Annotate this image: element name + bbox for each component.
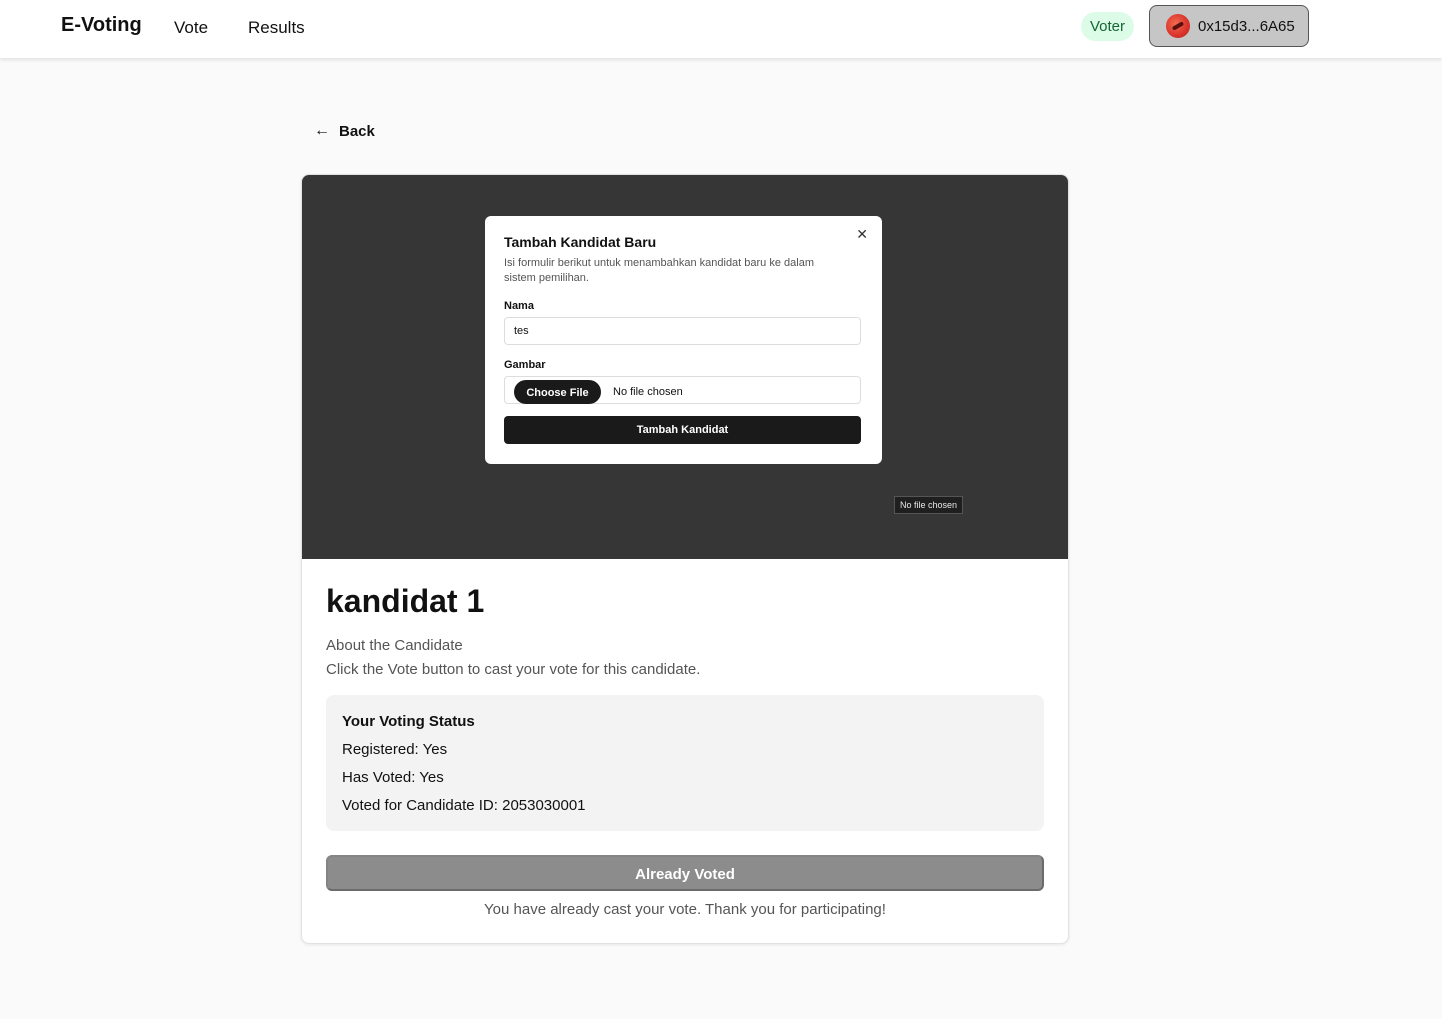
wallet-account-button[interactable]: 0x15d3...6A65 [1149, 5, 1309, 47]
vote-confirmation-note: You have already cast your vote. Thank y… [484, 901, 886, 918]
arrow-left-icon: ← [314, 122, 330, 139]
candidate-image: ✕ Tambah Kandidat Baru Isi formulir beri… [302, 175, 1068, 559]
voted-candidate-status: Voted for Candidate ID: 2053030001 [342, 797, 586, 814]
choose-file-button: Choose File [514, 380, 601, 404]
candidate-card: ✕ Tambah Kandidat Baru Isi formulir beri… [301, 174, 1069, 944]
name-field-label: Nama [504, 300, 534, 312]
brand-logo[interactable]: E-Voting [61, 14, 142, 37]
nav-link-vote[interactable]: Vote [174, 18, 208, 38]
file-status: No file chosen [613, 386, 683, 398]
back-label: Back [339, 122, 375, 140]
image-dialog-screenshot: ✕ Tambah Kandidat Baru Isi formulir beri… [485, 216, 882, 464]
dialog-description: Isi formulir berikut untuk menambahkan k… [504, 257, 814, 284]
already-voted-button[interactable]: Already Voted [326, 855, 1044, 891]
file-tooltip: No file chosen [894, 496, 964, 514]
image-file-field: Choose File No file chosen [504, 376, 861, 404]
candidate-name: kandidat 1 [326, 583, 485, 619]
image-field-label: Gambar [504, 359, 546, 371]
close-icon: ✕ [856, 226, 868, 242]
top-navbar: E-Voting Vote Results Voter 0x15d3...6A6… [0, 0, 1442, 58]
dialog-title: Tambah Kandidat Baru [504, 234, 657, 250]
back-link[interactable]: ← Back [314, 122, 375, 140]
wallet-address: 0x15d3...6A65 [1198, 17, 1295, 35]
voting-status-box: Your Voting Status Registered: Yes Has V… [326, 695, 1044, 831]
has-voted-status: Has Voted: Yes [342, 769, 444, 786]
nav-link-results[interactable]: Results [248, 18, 305, 38]
voting-status-title: Your Voting Status [342, 713, 475, 730]
about-heading: About the Candidate [326, 637, 463, 654]
registered-status: Registered: Yes [342, 741, 448, 758]
wallet-avatar-icon [1166, 14, 1190, 38]
role-badge: Voter [1081, 12, 1135, 41]
add-candidate-button: Tambah Kandidat [504, 416, 861, 444]
name-field: tes [504, 317, 861, 345]
about-text: Click the Vote button to cast your vote … [326, 661, 701, 678]
